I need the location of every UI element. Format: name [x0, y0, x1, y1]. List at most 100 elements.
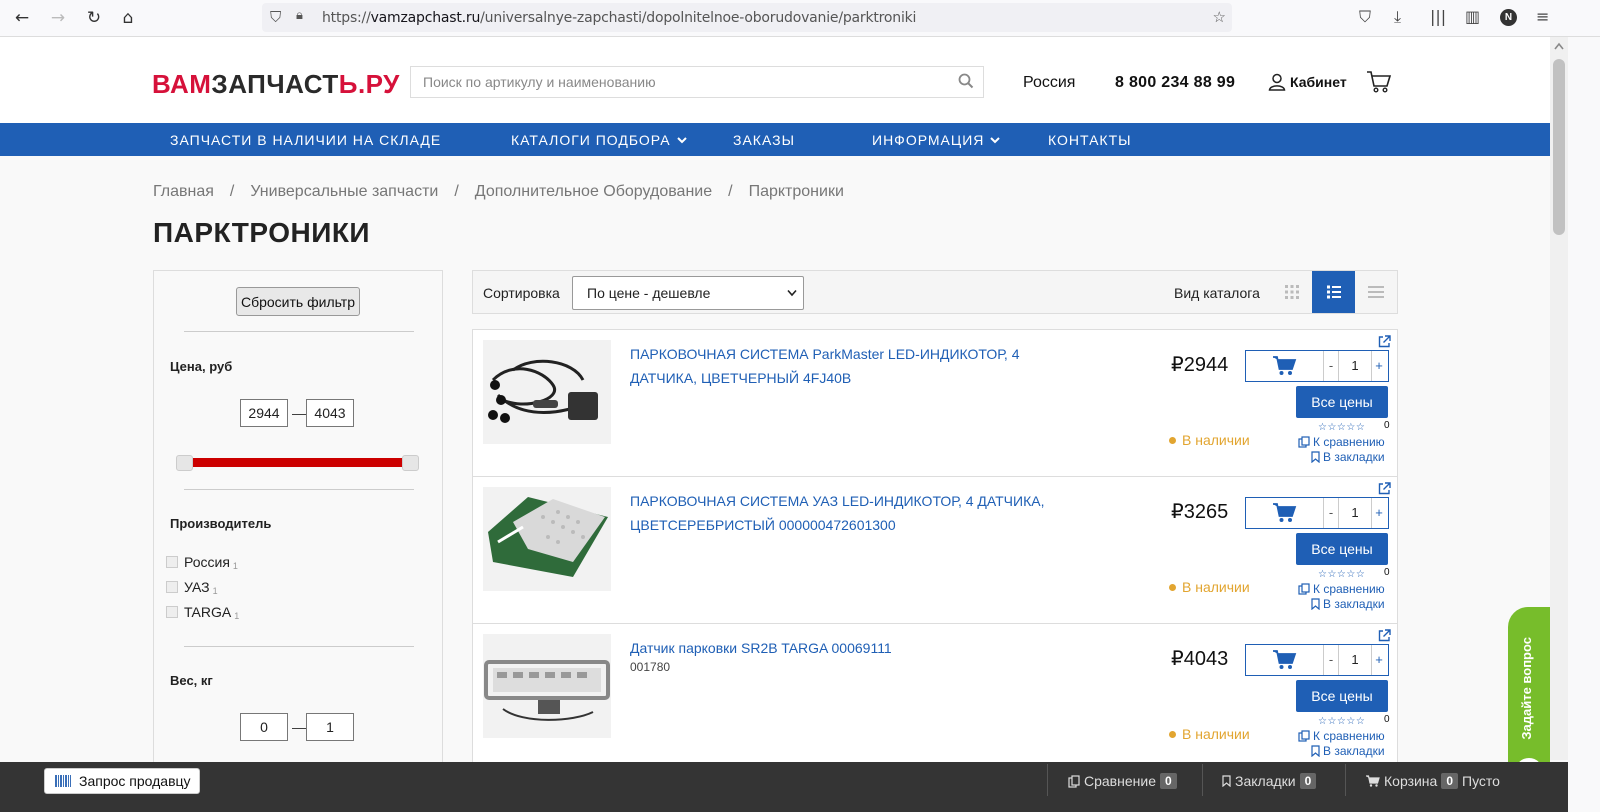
external-link-icon[interactable] — [1378, 482, 1391, 495]
ask-question-label: Задайте вопрос — [1519, 637, 1534, 740]
add-to-cart-button[interactable] — [1246, 498, 1324, 528]
list-icon — [1326, 285, 1341, 299]
lock-icon[interactable]: 🔒︎ — [296, 8, 303, 23]
price-min-input[interactable]: 2944 — [240, 399, 288, 427]
product-price: ₽4043 — [1171, 648, 1229, 670]
cart-icon[interactable] — [1366, 70, 1392, 94]
breadcrumb-link[interactable]: Дополнительное Оборудование — [475, 183, 712, 201]
qty-minus-button[interactable]: - — [1324, 351, 1338, 381]
seller-request-button[interactable]: Запрос продавцу — [44, 768, 200, 794]
shield-icon[interactable]: ⛉ — [270, 8, 281, 26]
product-image[interactable] — [483, 487, 611, 591]
bookmark-star-icon[interactable]: ☆ — [1213, 8, 1226, 26]
home-icon[interactable]: ⌂ — [116, 7, 140, 29]
menu-item-contacts[interactable]: Контакты — [1048, 132, 1132, 148]
bookmark-link[interactable]: В закладки — [1311, 450, 1385, 464]
phone-number[interactable]: 8 800 234 88 99 — [1115, 74, 1235, 92]
all-prices-button[interactable]: Все цены — [1296, 680, 1388, 712]
sort-select[interactable]: По цене - дешевле — [572, 276, 804, 310]
bookmark-link[interactable]: В закладки — [1311, 597, 1385, 611]
bookmark-link[interactable]: В закладки — [1311, 744, 1385, 758]
compare-link[interactable]: К сравнению — [1298, 435, 1385, 449]
page: ВАМЗАПЧАСТЬ.РУ Россия 8 800 234 88 99 Ка… — [0, 37, 1568, 812]
qty-input[interactable]: 1 — [1338, 645, 1372, 675]
rating-count: 0 — [1384, 714, 1390, 725]
search-box — [410, 66, 984, 98]
download-icon[interactable]: ⤓ — [1394, 7, 1401, 27]
breadcrumb-separator: / — [454, 183, 459, 200]
address-bar[interactable]: ⛉ 🔒︎ https://vamzapchast.ru/universalnye… — [262, 3, 1232, 32]
add-to-cart-button[interactable] — [1246, 351, 1324, 381]
add-to-cart-button[interactable] — [1246, 645, 1324, 675]
compare-link[interactable]: К сравнению — [1298, 729, 1385, 743]
breadcrumb-link[interactable]: Универсальные запчасти — [250, 183, 438, 201]
qty-minus-button[interactable]: - — [1324, 498, 1338, 528]
qty-input[interactable]: 1 — [1338, 498, 1372, 528]
scroll-thumb[interactable] — [1553, 59, 1565, 235]
library-icon[interactable]: ||| — [1430, 7, 1446, 26]
bookmark-icon — [1311, 745, 1320, 757]
rating-stars[interactable]: ☆☆☆☆☆ — [1318, 569, 1365, 580]
external-link-icon[interactable] — [1378, 335, 1391, 348]
menu-hamburger-icon[interactable]: ≡ — [1536, 7, 1549, 26]
cart-panel-link[interactable]: Корзина 0 Пусто — [1366, 773, 1500, 789]
region-selector[interactable]: Россия — [1023, 74, 1075, 92]
external-link-icon[interactable] — [1378, 629, 1391, 642]
weight-min-input[interactable]: 0 — [240, 713, 288, 741]
slider-handle-min[interactable] — [176, 455, 193, 471]
slider-handle-max[interactable] — [402, 455, 419, 471]
checkbox[interactable] — [166, 581, 178, 593]
rating-stars[interactable]: ☆☆☆☆☆ — [1318, 422, 1365, 433]
page-scrollbar[interactable] — [1550, 37, 1568, 760]
site-header: ВАМЗАПЧАСТЬ.РУ Россия 8 800 234 88 99 Ка… — [0, 37, 1568, 123]
manufacturer-option[interactable]: Россия 1 — [166, 553, 238, 571]
price-max-input[interactable]: 4043 — [306, 399, 354, 427]
product-title-link[interactable]: Датчик парковки SR2B TARGA 00069111 — [630, 636, 1050, 660]
bookmarks-panel-link[interactable]: Закладки 0 — [1222, 773, 1317, 789]
view-grid-button[interactable] — [1270, 271, 1313, 313]
qty-plus-button[interactable]: + — [1372, 351, 1386, 381]
all-prices-button[interactable]: Все цены — [1296, 533, 1388, 565]
manufacturer-option[interactable]: УАЗ 1 — [166, 578, 218, 596]
forward-arrow-icon[interactable]: → — [46, 7, 70, 29]
compare-panel-link[interactable]: Сравнение 0 — [1068, 773, 1177, 789]
product-image[interactable] — [483, 340, 611, 444]
compare-link[interactable]: К сравнению — [1298, 582, 1385, 596]
bookmark-icon — [1311, 598, 1320, 610]
product-title-link[interactable]: ПАРКОВОЧНАЯ СИСТЕМА ParkMaster LED-ИНДИК… — [630, 342, 1050, 390]
reload-icon[interactable]: ↻ — [82, 7, 106, 29]
cart-icon — [1272, 650, 1296, 669]
qty-input[interactable]: 1 — [1338, 351, 1372, 381]
stock-status: В наличии — [1169, 432, 1250, 448]
checkbox[interactable] — [166, 556, 178, 568]
product-image[interactable] — [483, 634, 611, 738]
menu-item-catalogs[interactable]: Каталоги подбора — [511, 132, 687, 148]
weight-max-input[interactable]: 1 — [306, 713, 354, 741]
pocket-icon[interactable]: ⛉ — [1359, 7, 1371, 27]
site-logo[interactable]: ВАМЗАПЧАСТЬ.РУ — [152, 69, 400, 100]
search-input[interactable] — [411, 67, 931, 97]
profile-avatar[interactable]: N — [1500, 9, 1517, 26]
breadcrumb-link[interactable]: Главная — [153, 183, 214, 201]
scroll-up-arrow-icon[interactable] — [1554, 42, 1564, 50]
option-label: Россия — [184, 554, 230, 570]
product-title-link[interactable]: ПАРКОВОЧНАЯ СИСТЕМА УАЗ LED-ИНДИКОТОР, 4… — [630, 489, 1050, 537]
cabinet-link[interactable]: Кабинет — [1268, 70, 1347, 94]
qty-plus-button[interactable]: + — [1372, 645, 1386, 675]
all-prices-button[interactable]: Все цены — [1296, 386, 1388, 418]
checkbox[interactable] — [166, 606, 178, 618]
menu-item-orders[interactable]: Заказы — [733, 132, 795, 148]
sidebar-icon[interactable]: ▥ — [1465, 7, 1480, 26]
reset-filter-button[interactable]: Сбросить фильтр — [236, 287, 360, 316]
view-compact-button[interactable] — [1354, 271, 1397, 313]
qty-minus-button[interactable]: - — [1324, 645, 1338, 675]
search-icon[interactable] — [958, 73, 974, 89]
rating-stars[interactable]: ☆☆☆☆☆ — [1318, 716, 1365, 727]
menu-item-stock[interactable]: Запчасти в наличии на складе — [170, 132, 441, 148]
back-arrow-icon[interactable]: ← — [10, 7, 34, 29]
price-slider[interactable] — [176, 455, 422, 471]
manufacturer-option[interactable]: TARGA 1 — [166, 603, 239, 621]
menu-item-info[interactable]: Информация — [872, 132, 1001, 148]
view-list-button[interactable] — [1312, 271, 1355, 313]
qty-plus-button[interactable]: + — [1372, 498, 1386, 528]
